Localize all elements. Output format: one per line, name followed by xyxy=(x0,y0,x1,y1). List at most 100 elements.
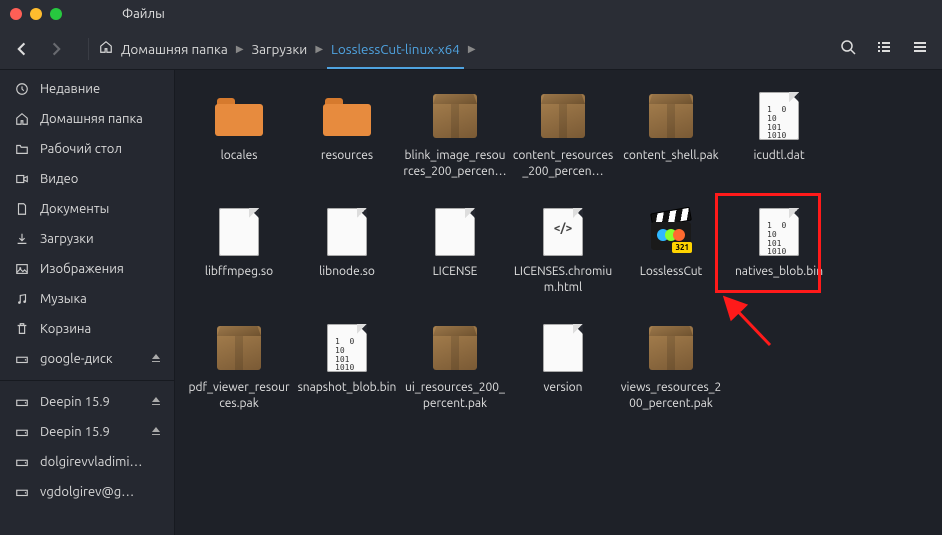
file-item[interactable]: ui_resources_200_percent.pak xyxy=(401,318,509,434)
breadcrumb: Домашняя папка ▶ Загрузки ▶ LosslessCut-… xyxy=(99,40,480,57)
sidebar-item-downloads[interactable]: Загрузки xyxy=(0,224,174,254)
file-bin-icon: 1 0 10 101 1010 xyxy=(318,322,376,374)
trash-icon xyxy=(12,322,32,336)
sidebar-device-user-2[interactable]: vgdolgirev@g… xyxy=(0,477,174,507)
file-bin-icon: 1 0 10 101 1010 xyxy=(750,90,808,142)
window-controls xyxy=(10,8,62,20)
home-icon[interactable] xyxy=(99,40,113,57)
file-doc-icon xyxy=(210,206,268,258)
minimize-icon[interactable] xyxy=(30,8,42,20)
window-title: Файлы xyxy=(122,7,165,21)
file-item[interactable]: views_resources_200_percent.pak xyxy=(617,318,725,434)
search-icon[interactable] xyxy=(840,39,856,59)
file-pkg-icon xyxy=(210,322,268,374)
sidebar-device-deepin-1[interactable]: Deepin 15.9 xyxy=(0,387,174,417)
music-icon xyxy=(12,292,32,306)
file-grid: locales resources blink_image_resources_20… xyxy=(175,70,942,535)
file-item[interactable]: content_resources_200_percen… xyxy=(509,86,617,202)
file-name: libnode.so xyxy=(319,264,375,280)
drive-icon xyxy=(12,352,32,366)
maximize-icon[interactable] xyxy=(50,8,62,20)
file-name: blink_image_resources_200_percen… xyxy=(403,148,507,179)
file-item[interactable]: 1 0 10 101 1010 natives_blob.bin xyxy=(725,202,833,318)
file-pkg-icon xyxy=(426,322,484,374)
sidebar-device-user-1[interactable]: dolgirevvladimi… xyxy=(0,447,174,477)
file-doc-icon xyxy=(534,322,592,374)
sidebar-item-google-drive[interactable]: google-диск xyxy=(0,344,174,374)
toolbar: Домашняя папка ▶ Загрузки ▶ LosslessCut-… xyxy=(0,28,942,70)
clock-icon xyxy=(12,82,32,96)
file-pkg-icon xyxy=(642,322,700,374)
file-pkg-icon xyxy=(534,90,592,142)
file-item[interactable]: libffmpeg.so xyxy=(185,202,293,318)
file-name: LICENSES.chromium.html xyxy=(511,264,615,295)
file-item[interactable]: pdf_viewer_resources.pak xyxy=(185,318,293,434)
eject-icon[interactable] xyxy=(150,395,162,410)
file-pkg-icon xyxy=(642,90,700,142)
chevron-right-icon: ▶ xyxy=(468,43,476,55)
menu-icon[interactable] xyxy=(912,39,928,59)
file-name: LICENSE xyxy=(433,264,478,280)
drive-icon xyxy=(12,395,32,409)
drive-icon xyxy=(12,485,32,499)
sidebar-item-desktop[interactable]: Рабочий стол xyxy=(0,134,174,164)
file-item[interactable]: LICENSE xyxy=(401,202,509,318)
sidebar-item-documents[interactable]: Документы xyxy=(0,194,174,224)
file-item[interactable]: 1 0 10 101 1010 icudtl.dat xyxy=(725,86,833,202)
back-button[interactable] xyxy=(14,40,32,58)
file-folder-icon xyxy=(318,90,376,142)
crumb-home[interactable]: Домашняя папка xyxy=(117,41,232,57)
crumb-downloads[interactable]: Загрузки xyxy=(248,41,312,57)
eject-icon[interactable] xyxy=(150,425,162,440)
sidebar-item-trash[interactable]: Корзина xyxy=(0,314,174,344)
file-folder-icon xyxy=(210,90,268,142)
image-icon xyxy=(12,262,32,276)
titlebar: Файлы xyxy=(0,0,942,28)
download-icon xyxy=(12,232,32,246)
document-icon xyxy=(12,202,32,216)
file-name: content_shell.pak xyxy=(623,148,718,164)
file-item[interactable]: </> LICENSES.chromium.html xyxy=(509,202,617,318)
sidebar-item-recent[interactable]: Недавние xyxy=(0,74,174,104)
file-name: views_resources_200_percent.pak xyxy=(619,380,723,411)
sidebar: Недавние Домашняя папка Рабочий стол Вид… xyxy=(0,70,175,535)
file-app-icon: 321 xyxy=(642,206,700,258)
chevron-right-icon: ▶ xyxy=(315,43,323,55)
file-name: icudtl.dat xyxy=(753,148,804,164)
file-item[interactable]: content_shell.pak xyxy=(617,86,725,202)
sidebar-item-videos[interactable]: Видео xyxy=(0,164,174,194)
close-icon[interactable] xyxy=(10,8,22,20)
forward-button[interactable] xyxy=(46,40,64,58)
file-item[interactable]: 1 0 10 101 1010snapshot_blob.bin xyxy=(293,318,401,434)
sidebar-item-home[interactable]: Домашняя папка xyxy=(0,104,174,134)
file-name: resources xyxy=(321,148,373,164)
file-name: version xyxy=(543,380,582,396)
file-name: ui_resources_200_percent.pak xyxy=(403,380,507,411)
file-item[interactable]: locales xyxy=(185,86,293,202)
file-html-icon: </> xyxy=(534,206,592,258)
sidebar-item-music[interactable]: Музыка xyxy=(0,284,174,314)
folder-icon xyxy=(12,142,32,156)
file-doc-icon xyxy=(426,206,484,258)
file-name: natives_blob.bin xyxy=(735,264,823,280)
file-item[interactable]: resources xyxy=(293,86,401,202)
drive-icon xyxy=(12,455,32,469)
crumb-current[interactable]: LosslessCut-linux-x64 xyxy=(327,41,464,69)
view-mode-icon[interactable] xyxy=(876,39,892,59)
file-item[interactable]: 321LosslessCut xyxy=(617,202,725,318)
file-item[interactable]: blink_image_resources_200_percen… xyxy=(401,86,509,202)
file-name: locales xyxy=(221,148,258,164)
file-item[interactable]: libnode.so xyxy=(293,202,401,318)
chevron-right-icon: ▶ xyxy=(236,43,244,55)
sidebar-item-pictures[interactable]: Изображения xyxy=(0,254,174,284)
file-pkg-icon xyxy=(426,90,484,142)
file-doc-icon xyxy=(318,206,376,258)
file-item[interactable]: version xyxy=(509,318,617,434)
sidebar-divider xyxy=(0,380,174,381)
file-name: libffmpeg.so xyxy=(205,264,273,280)
sidebar-device-deepin-2[interactable]: Deepin 15.9 xyxy=(0,417,174,447)
home-icon xyxy=(12,112,32,126)
eject-icon[interactable] xyxy=(150,352,162,367)
file-name: pdf_viewer_resources.pak xyxy=(187,380,291,411)
file-bin-icon: 1 0 10 101 1010 xyxy=(750,206,808,258)
